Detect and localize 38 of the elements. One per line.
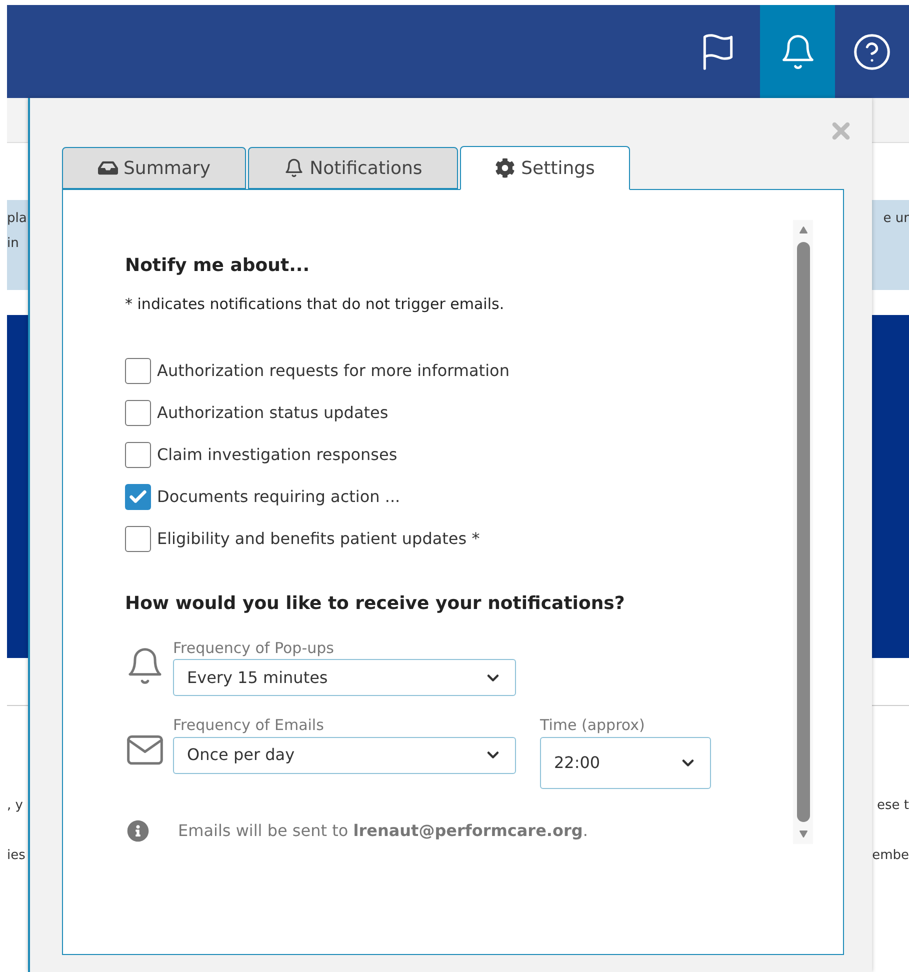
background-text: ies [7,846,26,864]
dropdown[interactable]: Once per day [173,736,516,774]
option-label: Documents requiring action ... [157,486,400,508]
checkbox[interactable] [125,400,151,426]
field-label: Time (approx) [540,715,646,736]
background-text: pla [7,210,27,228]
email-note: Emails will be sent to lrenaut@performcare.org. [178,820,588,842]
dropdown[interactable]: 22:00 [540,736,711,788]
notifications-button[interactable] [760,5,835,98]
background-text: embe [872,846,909,864]
help-icon[interactable] [852,32,892,72]
dropdown[interactable]: Every 15 minutes [173,659,516,696]
note-text: * indicates notifications that do not trigger emails. [125,294,506,315]
info-icon [127,820,149,842]
section-heading: Notify me about... [125,254,311,278]
scroll-down-icon [798,830,808,838]
tab[interactable]: Summary [62,147,246,189]
background-text: ese t [877,797,909,815]
background-text: in [7,235,20,253]
background-text: , y [7,797,23,815]
tab[interactable]: Notifications [248,147,458,189]
checkbox[interactable] [125,358,151,384]
scroll-up-icon [798,226,808,234]
option-label: Authorization requests for more information [157,360,510,382]
option-label: Claim investigation responses [157,444,398,466]
checkbox[interactable] [125,526,151,552]
field-label: Frequency of Emails [173,715,325,736]
background-text: e ur [883,210,909,228]
checkbox[interactable] [125,442,151,468]
field-label: Frequency of Pop-ups [173,638,335,658]
tab[interactable]: Settings [460,146,630,190]
checkbox[interactable] [125,484,151,510]
scrollbar[interactable] [793,220,813,844]
option-label: Eligibility and benefits patient updates * [157,528,480,550]
option-label: Authorization status updates [157,402,388,424]
gear-icon [495,158,516,178]
bell-icon [284,158,304,178]
section-heading: How would you like to receive your notifications? [125,592,626,616]
